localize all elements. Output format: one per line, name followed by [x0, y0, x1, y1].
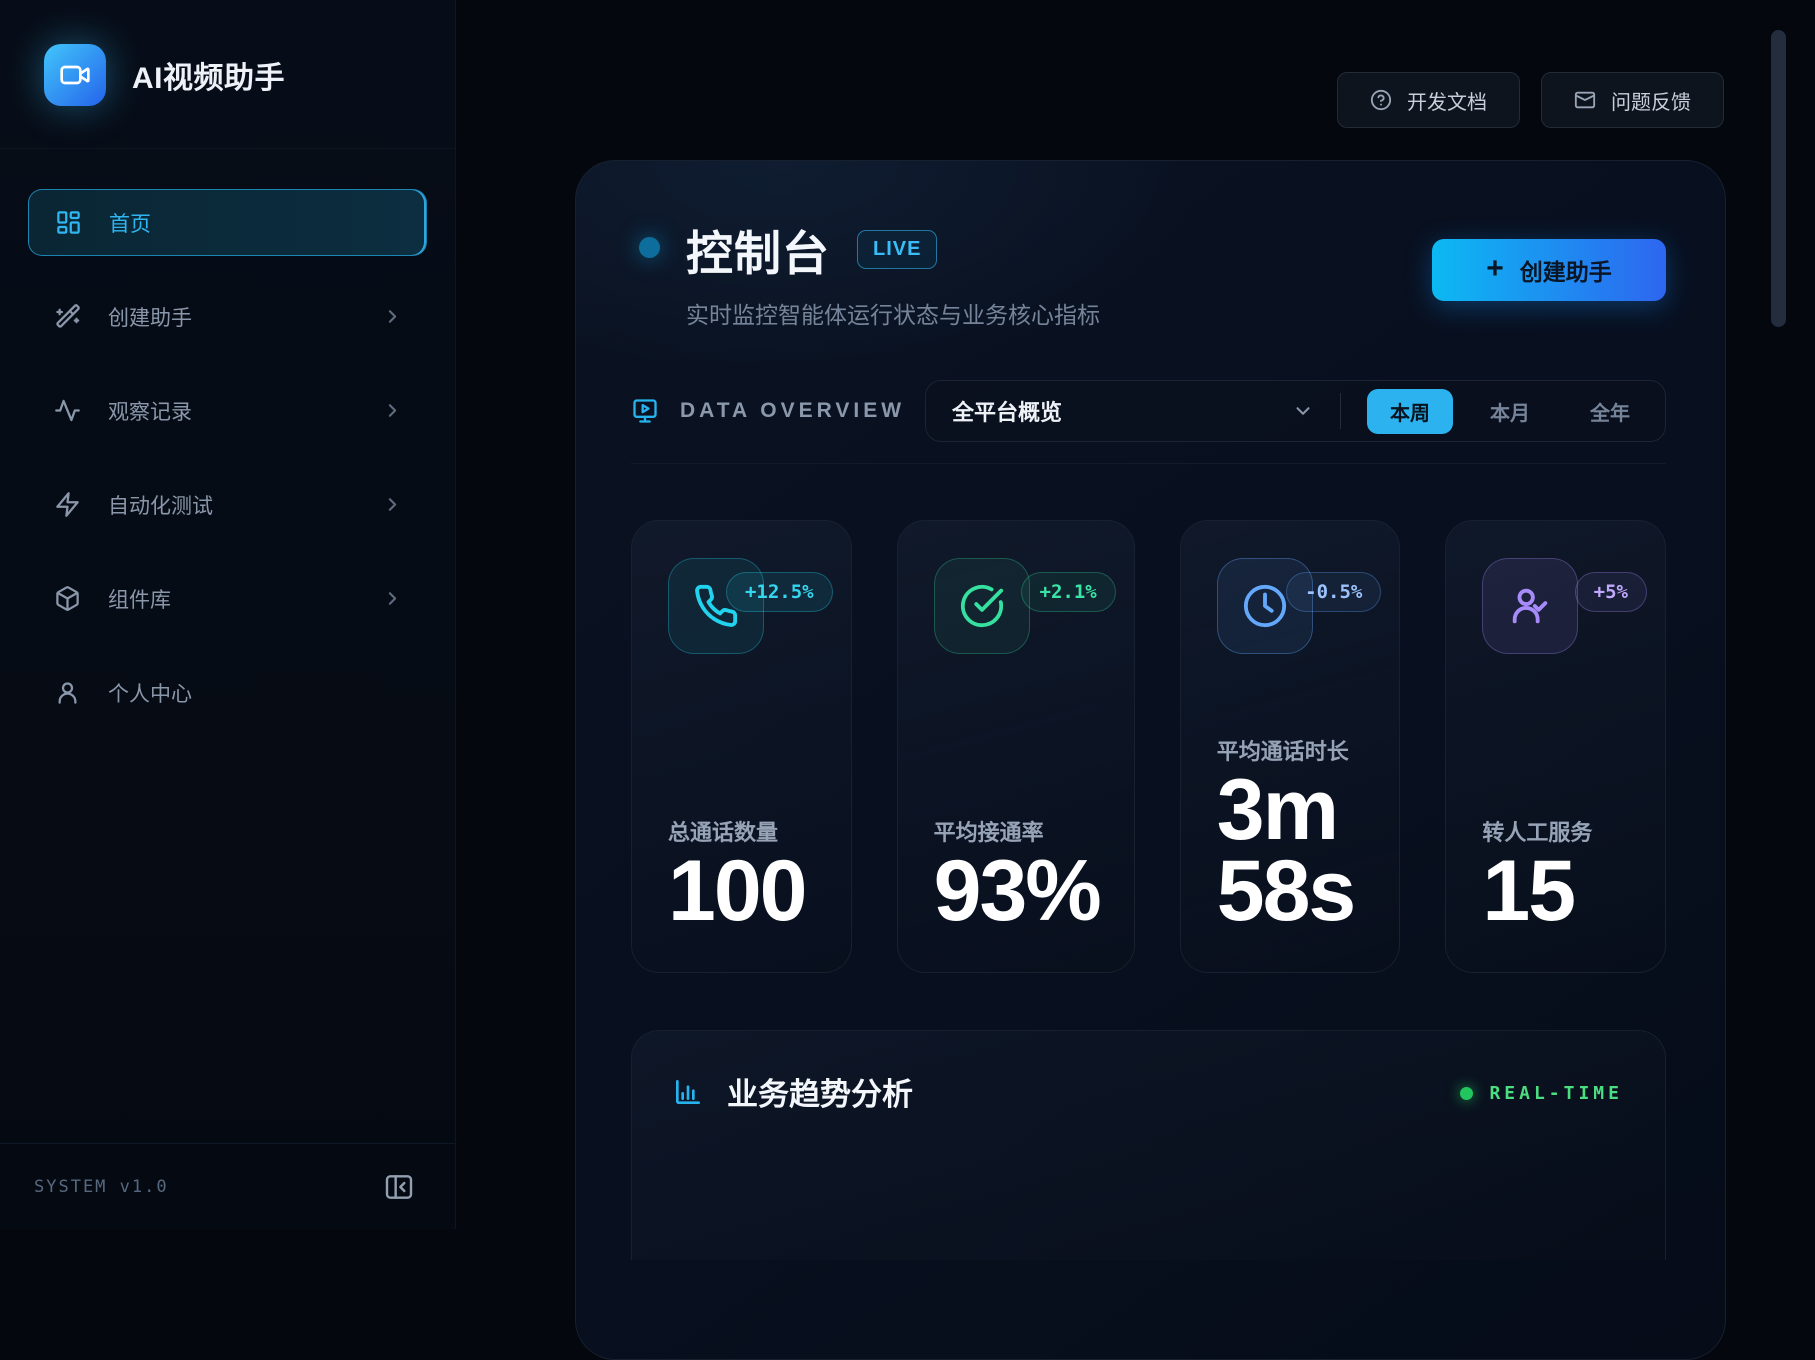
app-logo-row: AI视频助手	[0, 0, 455, 148]
user-icon	[54, 679, 81, 706]
overview-controls: 全平台概览 本周 本月 全年	[925, 380, 1666, 442]
main-area: 开发文档 问题反馈 控制台 LIVE 实时监控智能体运行状态与业务核心指标 + …	[456, 0, 1815, 1229]
console-header: 控制台 LIVE 实时监控智能体运行状态与业务核心指标 + 创建助手	[631, 215, 1666, 330]
stat-cards: +12.5% 总通话数量 100 +2.1% 平均接通率 93% -0.5% 平…	[631, 520, 1666, 973]
chevron-down-icon[interactable]	[1292, 400, 1314, 422]
sidebar-item-component-library[interactable]: 组件库	[28, 565, 427, 632]
sidebar-nav: 首页 创建助手 观察记录 自动化测试	[0, 149, 455, 726]
delta-badge: +12.5%	[726, 572, 833, 612]
sidebar-item-home[interactable]: 首页	[28, 189, 427, 256]
cube-icon	[54, 585, 81, 612]
video-camera-icon	[59, 59, 91, 91]
delta-badge: +2.1%	[1021, 572, 1116, 612]
lightning-icon	[54, 491, 81, 518]
chevron-right-icon	[382, 306, 403, 327]
tab-this-week[interactable]: 本周	[1367, 389, 1453, 434]
sidebar-item-automated-testing[interactable]: 自动化测试	[28, 471, 427, 538]
magic-wand-icon	[54, 303, 81, 330]
stat-value: 15	[1482, 851, 1631, 932]
help-circle-icon	[1370, 89, 1392, 111]
check-circle-icon	[934, 558, 1030, 654]
platform-filter-value: 全平台概览	[952, 395, 1062, 427]
chevron-right-icon	[382, 400, 403, 421]
sidebar-item-label: 自动化测试	[108, 490, 213, 520]
feedback-button[interactable]: 问题反馈	[1541, 72, 1724, 128]
delta-badge: +5%	[1575, 572, 1647, 612]
sidebar: AI视频助手 首页 创建助手 观察记录	[0, 0, 456, 1229]
dev-docs-button[interactable]: 开发文档	[1337, 72, 1520, 128]
delta-badge: -0.5%	[1286, 572, 1381, 612]
dev-docs-label: 开发文档	[1407, 86, 1487, 115]
controls-separator	[1340, 393, 1341, 429]
feedback-label: 问题反馈	[1611, 86, 1691, 115]
platform-filter-dropdown[interactable]: 全平台概览	[952, 395, 1062, 427]
stat-value: 3m 58s	[1217, 770, 1366, 932]
sidebar-item-observation-records[interactable]: 观察记录	[28, 377, 427, 444]
top-actions: 开发文档 问题反馈	[1337, 72, 1724, 128]
sidebar-item-label: 创建助手	[108, 302, 192, 332]
live-badge: LIVE	[857, 230, 937, 269]
scrollbar-thumb[interactable]	[1771, 30, 1786, 327]
sidebar-item-create-assistant[interactable]: 创建助手	[28, 283, 427, 350]
page-title: 控制台	[686, 215, 830, 284]
sidebar-footer: SYSTEM v1.0	[0, 1143, 455, 1229]
sidebar-item-label: 组件库	[108, 584, 171, 614]
overview-divider	[631, 463, 1666, 464]
realtime-dot	[1460, 1087, 1473, 1100]
trend-section: 业务趋势分析 REAL-TIME	[631, 1030, 1666, 1260]
create-assistant-label: 创建助手	[1520, 253, 1612, 287]
stat-value: 100	[668, 851, 817, 932]
app-logo	[44, 44, 106, 106]
stat-card-human-transfer: +5% 转人工服务 15	[1445, 520, 1666, 973]
sidebar-item-label: 首页	[109, 208, 151, 238]
stat-value-line2: 58s	[1217, 851, 1366, 932]
create-assistant-button[interactable]: + 创建助手	[1432, 239, 1666, 301]
plus-icon: +	[1486, 254, 1504, 284]
stat-value: 93%	[934, 851, 1100, 932]
realtime-status: REAL-TIME	[1460, 1083, 1623, 1104]
chevron-right-icon	[382, 494, 403, 515]
stat-card-avg-duration: -0.5% 平均通话时长 3m 58s	[1180, 520, 1401, 973]
data-overview-label: DATA OVERVIEW	[680, 399, 905, 423]
user-check-icon	[1482, 558, 1578, 654]
bar-chart-icon	[672, 1076, 704, 1108]
trend-title: 业务趋势分析	[727, 1069, 913, 1114]
data-overview-row: DATA OVERVIEW 全平台概览 本周 本月 全年	[631, 380, 1666, 442]
mail-icon	[1574, 89, 1596, 111]
system-version: SYSTEM v1.0	[34, 1177, 169, 1197]
period-tabs: 本周 本月 全年	[1367, 389, 1653, 434]
tab-this-year[interactable]: 全年	[1567, 389, 1653, 434]
collapse-sidebar-button[interactable]	[379, 1167, 419, 1207]
realtime-label: REAL-TIME	[1489, 1083, 1623, 1104]
stat-value-line1: 3m	[1217, 770, 1366, 851]
sidebar-item-label: 观察记录	[108, 396, 192, 426]
monitor-play-icon	[631, 397, 659, 425]
tab-this-month[interactable]: 本月	[1467, 389, 1553, 434]
panel-collapse-icon	[383, 1171, 415, 1203]
activity-icon	[54, 397, 81, 424]
stat-card-total-calls: +12.5% 总通话数量 100	[631, 520, 852, 973]
app-title: AI视频助手	[132, 53, 285, 97]
sidebar-item-profile[interactable]: 个人中心	[28, 659, 427, 726]
chevron-right-icon	[382, 588, 403, 609]
page-subtitle: 实时监控智能体运行状态与业务核心指标	[686, 296, 1100, 330]
status-dot	[639, 237, 660, 258]
sidebar-item-label: 个人中心	[108, 678, 192, 708]
dashboard-icon	[55, 209, 82, 236]
console-panel: 控制台 LIVE 实时监控智能体运行状态与业务核心指标 + 创建助手 DATA …	[575, 160, 1726, 1360]
stat-card-answer-rate: +2.1% 平均接通率 93%	[897, 520, 1135, 973]
